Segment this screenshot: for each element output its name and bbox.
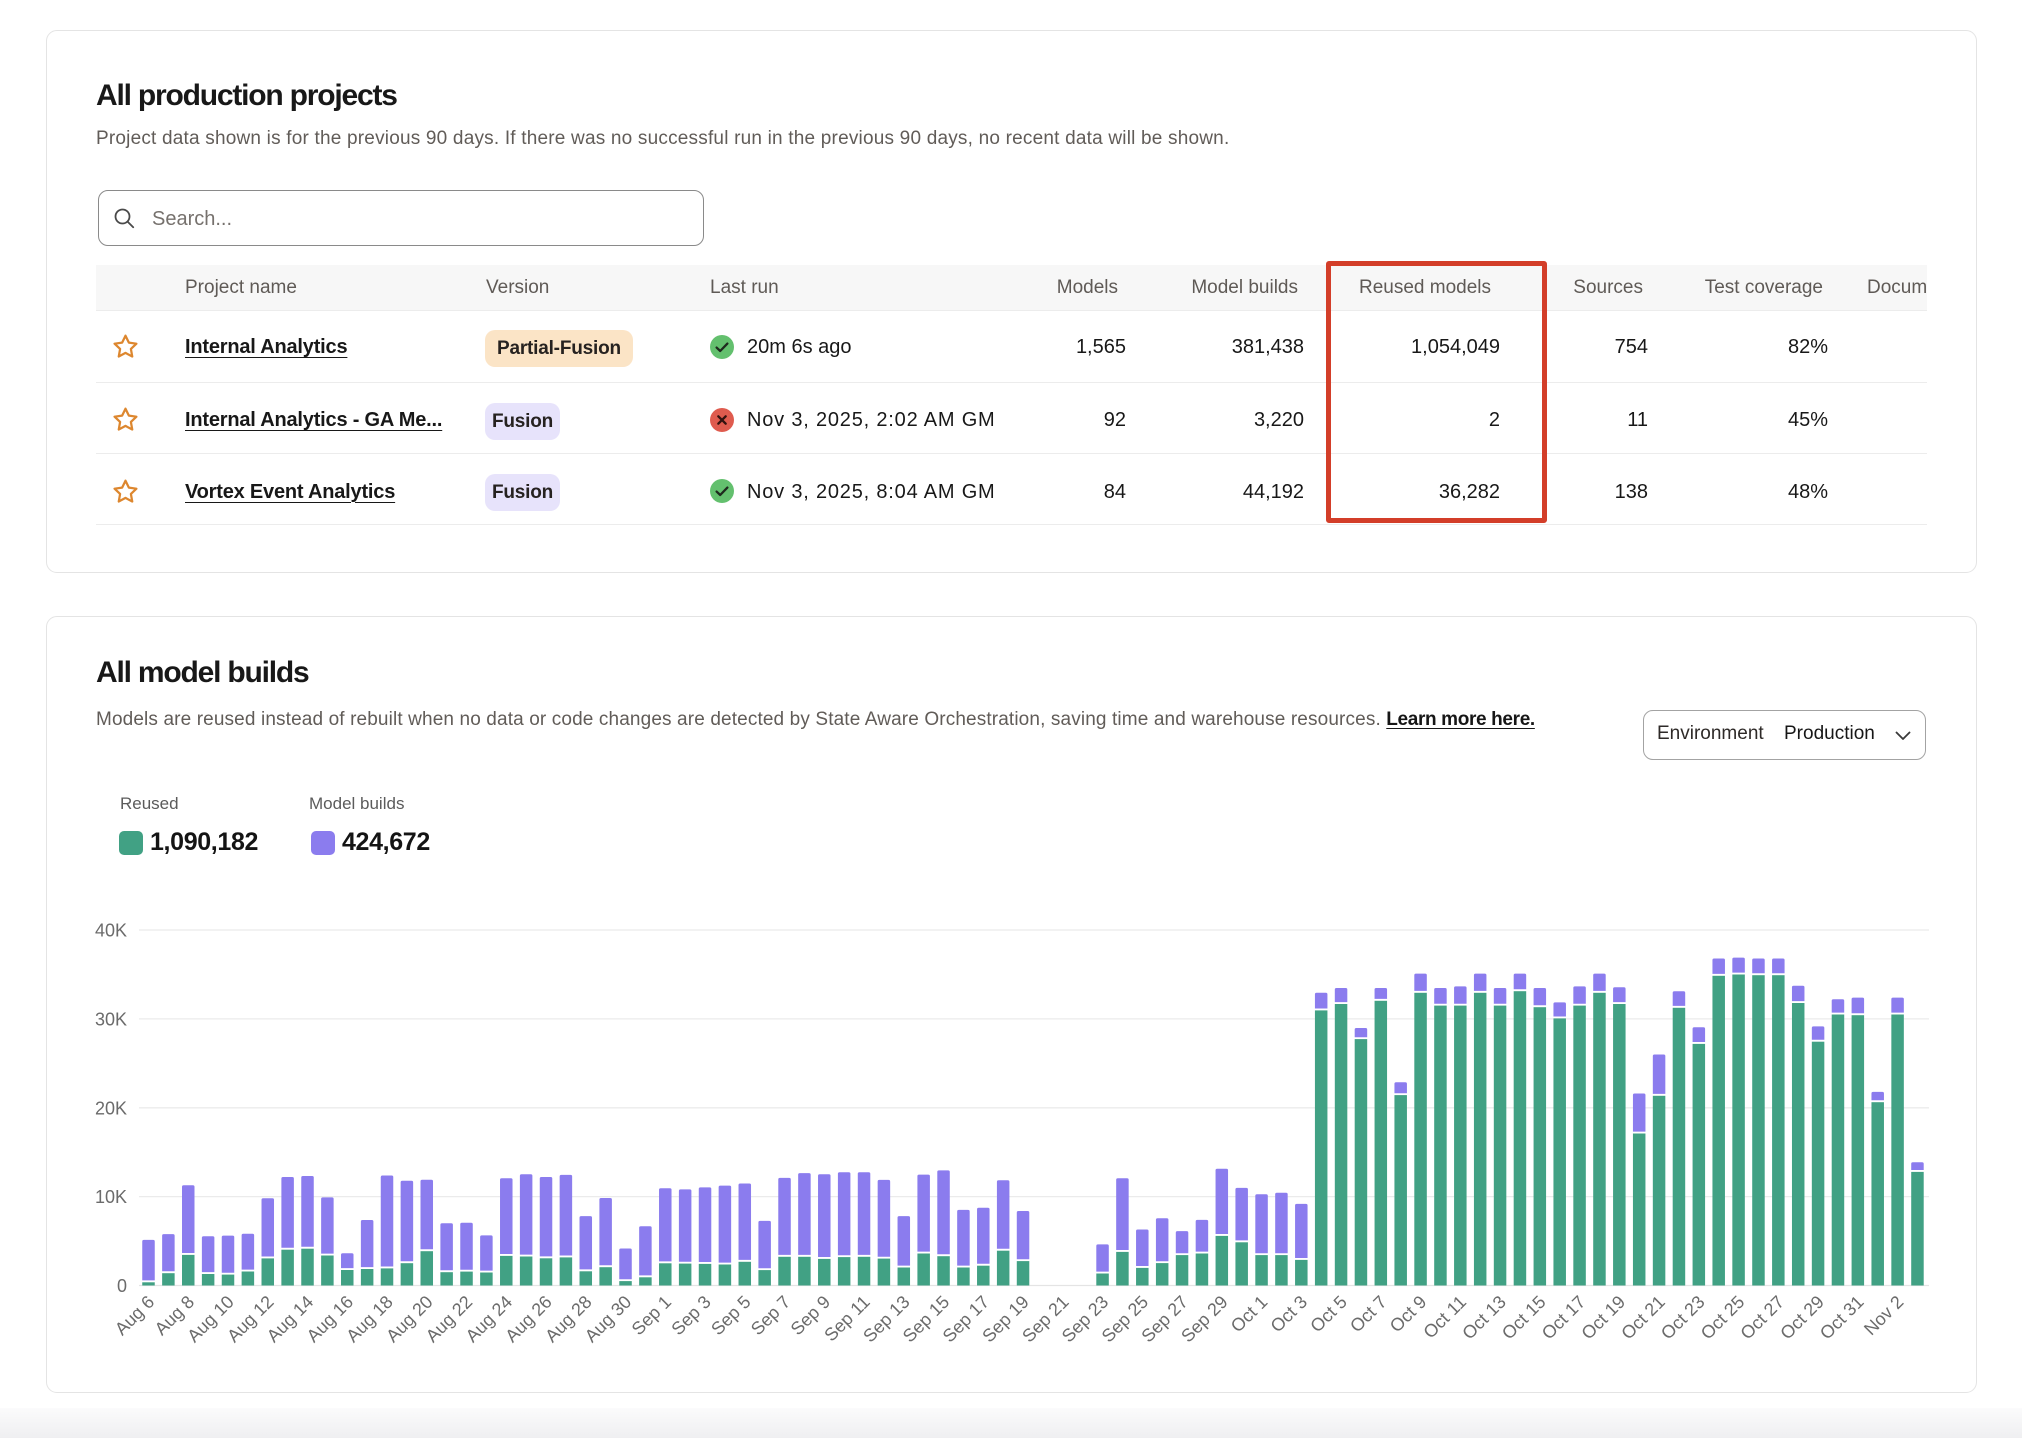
svg-text:Oct 21: Oct 21 [1617, 1292, 1669, 1344]
svg-text:Sep 1: Sep 1 [628, 1292, 675, 1339]
svg-text:Oct 15: Oct 15 [1498, 1292, 1550, 1344]
svg-text:Oct 1: Oct 1 [1227, 1292, 1272, 1337]
svg-text:10K: 10K [95, 1187, 127, 1207]
svg-text:Oct 7: Oct 7 [1346, 1292, 1391, 1337]
svg-text:Oct 25: Oct 25 [1697, 1292, 1749, 1344]
svg-text:Oct 31: Oct 31 [1816, 1292, 1868, 1344]
svg-text:0: 0 [117, 1276, 127, 1296]
svg-text:Sep 3: Sep 3 [667, 1292, 714, 1339]
svg-text:Sep 5: Sep 5 [707, 1292, 754, 1339]
svg-text:Oct 27: Oct 27 [1736, 1292, 1788, 1344]
svg-text:Oct 19: Oct 19 [1577, 1292, 1629, 1344]
svg-text:Oct 29: Oct 29 [1776, 1292, 1828, 1344]
svg-text:Nov 2: Nov 2 [1860, 1292, 1907, 1339]
svg-text:Sep 7: Sep 7 [747, 1292, 794, 1339]
svg-text:30K: 30K [95, 1010, 127, 1030]
svg-text:Oct 5: Oct 5 [1306, 1292, 1351, 1337]
svg-text:40K: 40K [95, 921, 127, 941]
svg-text:Oct 13: Oct 13 [1458, 1292, 1510, 1344]
svg-text:Aug 6: Aug 6 [111, 1292, 158, 1339]
svg-text:Oct 17: Oct 17 [1538, 1292, 1590, 1344]
svg-text:Oct 3: Oct 3 [1267, 1292, 1312, 1337]
svg-text:Oct 23: Oct 23 [1657, 1292, 1709, 1344]
svg-text:20K: 20K [95, 1098, 127, 1118]
